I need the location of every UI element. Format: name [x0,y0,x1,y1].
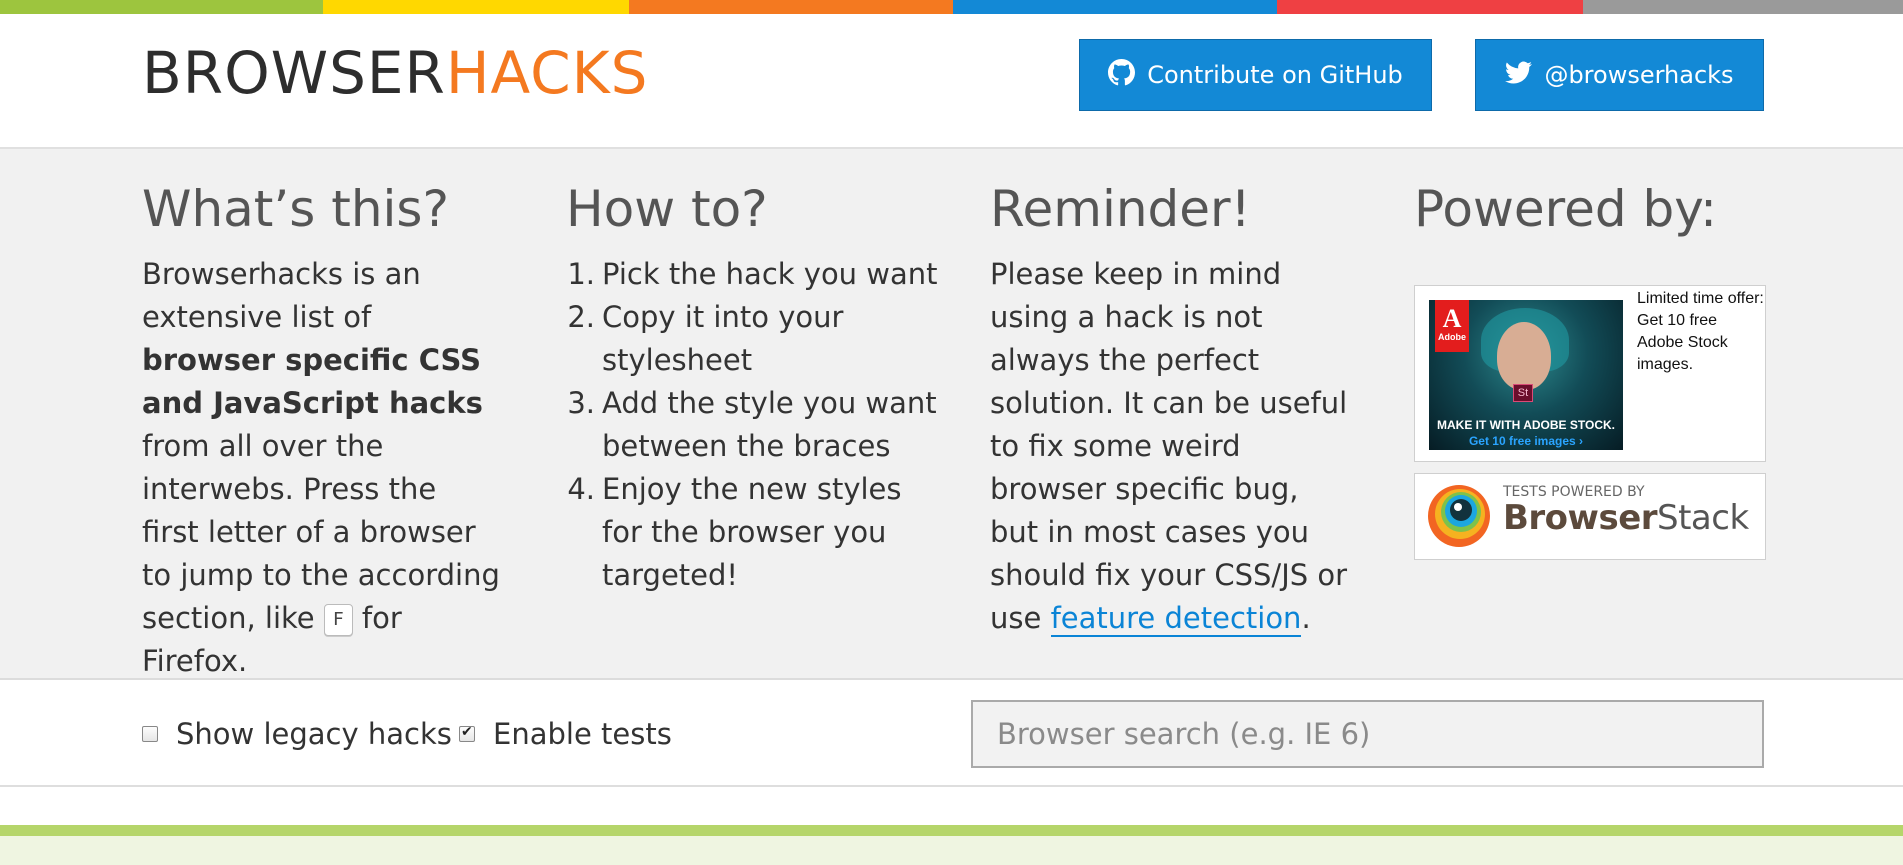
ad-cta[interactable]: Get 10 free images › [1429,434,1623,448]
whats-this-title: What’s this? [142,180,449,238]
reminder-title: Reminder! [990,180,1251,238]
reminder-text: Please keep in mind using a hack is not … [990,253,1350,640]
contribute-github-button[interactable]: Contribute on GitHub [1079,39,1432,111]
stripe-segment [953,0,1277,14]
browserstack-logo-icon [1428,485,1490,547]
step-text: Copy it into your stylesheet [602,300,844,377]
how-to-steps: 1. Pick the hack you want 2. Copy it into … [566,253,946,597]
legacy-checkbox[interactable] [142,726,158,742]
logo-hacks: HACKS [445,39,649,107]
keyboard-key-f: F [323,604,353,636]
twitter-icon [1505,59,1533,92]
how-to-title: How to? [566,180,768,238]
stripe-segment [1277,0,1583,14]
tests-label[interactable]: Enable tests [493,717,672,751]
github-icon [1108,58,1136,92]
adobe-logo-icon: A Adobe [1435,300,1469,352]
how-to-column: How to? 1. Pick the hack you want 2. Copy … [566,179,946,597]
whats-this-text-1: Browserhacks is an extensive list of [142,257,421,334]
site-logo[interactable]: BROWSERHACKS [142,44,648,102]
powered-by-title: Powered by: [1414,180,1718,238]
ad-face-shape [1497,322,1551,390]
github-button-label: Contribute on GitHub [1147,61,1403,89]
adobe-a-glyph: A [1442,304,1462,333]
ad-headline: MAKE IT WITH ADOBE STOCK. [1437,418,1615,432]
whats-this-text-2: from all over the interwebs. Press the f… [142,429,500,635]
stripe-segment [629,0,953,14]
how-to-step: 2. Copy it into your stylesheet [566,296,946,382]
enable-tests-option[interactable]: Enable tests [459,717,672,751]
step-number: 2. [567,300,595,334]
wordmark-regular: Stack [1657,498,1749,538]
stock-badge-icon: St [1513,384,1533,402]
how-to-step: 3. Add the style you want between the bra… [566,382,946,468]
stripe-segment [1583,0,1903,14]
top-color-stripe [0,0,1903,14]
show-legacy-hacks-option[interactable]: Show legacy hacks [142,717,452,751]
whats-this-column: What’s this? Browserhacks is an extensiv… [142,179,502,683]
browser-search-input[interactable] [971,700,1764,768]
info-section: What’s this? Browserhacks is an extensiv… [0,147,1903,680]
feature-detection-link[interactable]: feature detection [1050,601,1302,637]
stripe-segment [0,0,323,14]
step-number: 4. [567,472,595,506]
stripe-segment [323,0,629,14]
reminder-body: Please keep in mind using a hack is not … [990,257,1348,635]
wordmark-bold: Browser [1503,498,1658,538]
section-divider-bar [0,825,1903,836]
how-to-step: 1. Pick the hack you want [566,253,946,296]
browser-section-background [0,836,1903,865]
logo-browser: BROWSER [142,39,446,107]
twitter-button-label: @browserhacks [1544,61,1734,89]
step-text: Enjoy the new styles for the browser you… [602,472,902,592]
ad-brand: Adobe [1438,332,1466,342]
ad-image[interactable]: A Adobe St MAKE IT WITH ADOBE STOCK. Get … [1429,300,1623,450]
browserstack-wordmark: BrowserStack [1503,498,1749,538]
browserstack-banner[interactable]: TESTS POWERED BY BrowserStack [1414,473,1766,560]
step-text: Add the style you want between the brace… [602,386,937,463]
site-header: BROWSERHACKS Contribute on GitHub @brows… [0,14,1903,147]
whats-this-bold: browser specific CSS and JavaScript hack… [142,343,483,420]
powered-by-column: Powered by: A Adobe St MAKE IT WITH ADOBE… [1414,179,1766,560]
ad-copy-text[interactable]: Limited time offer: Get 10 free Adobe St… [1637,288,1765,376]
how-to-step: 4. Enjoy the new styles for the browser y… [566,468,946,597]
adobe-stock-ad[interactable]: A Adobe St MAKE IT WITH ADOBE STOCK. Get … [1414,285,1766,462]
step-number: 3. [567,386,595,420]
reminder-column: Reminder! Please keep in mind using a ha… [990,179,1350,640]
legacy-label[interactable]: Show legacy hacks [176,717,452,751]
step-number: 1. [567,257,595,291]
tests-checkbox[interactable] [459,724,475,742]
twitter-button[interactable]: @browserhacks [1475,39,1764,111]
step-text: Pick the hack you want [602,257,938,291]
whats-this-text: Browserhacks is an extensive list of bro… [142,253,502,683]
reminder-period: . [1301,601,1311,635]
options-bar: Show legacy hacks Enable tests [0,680,1903,787]
